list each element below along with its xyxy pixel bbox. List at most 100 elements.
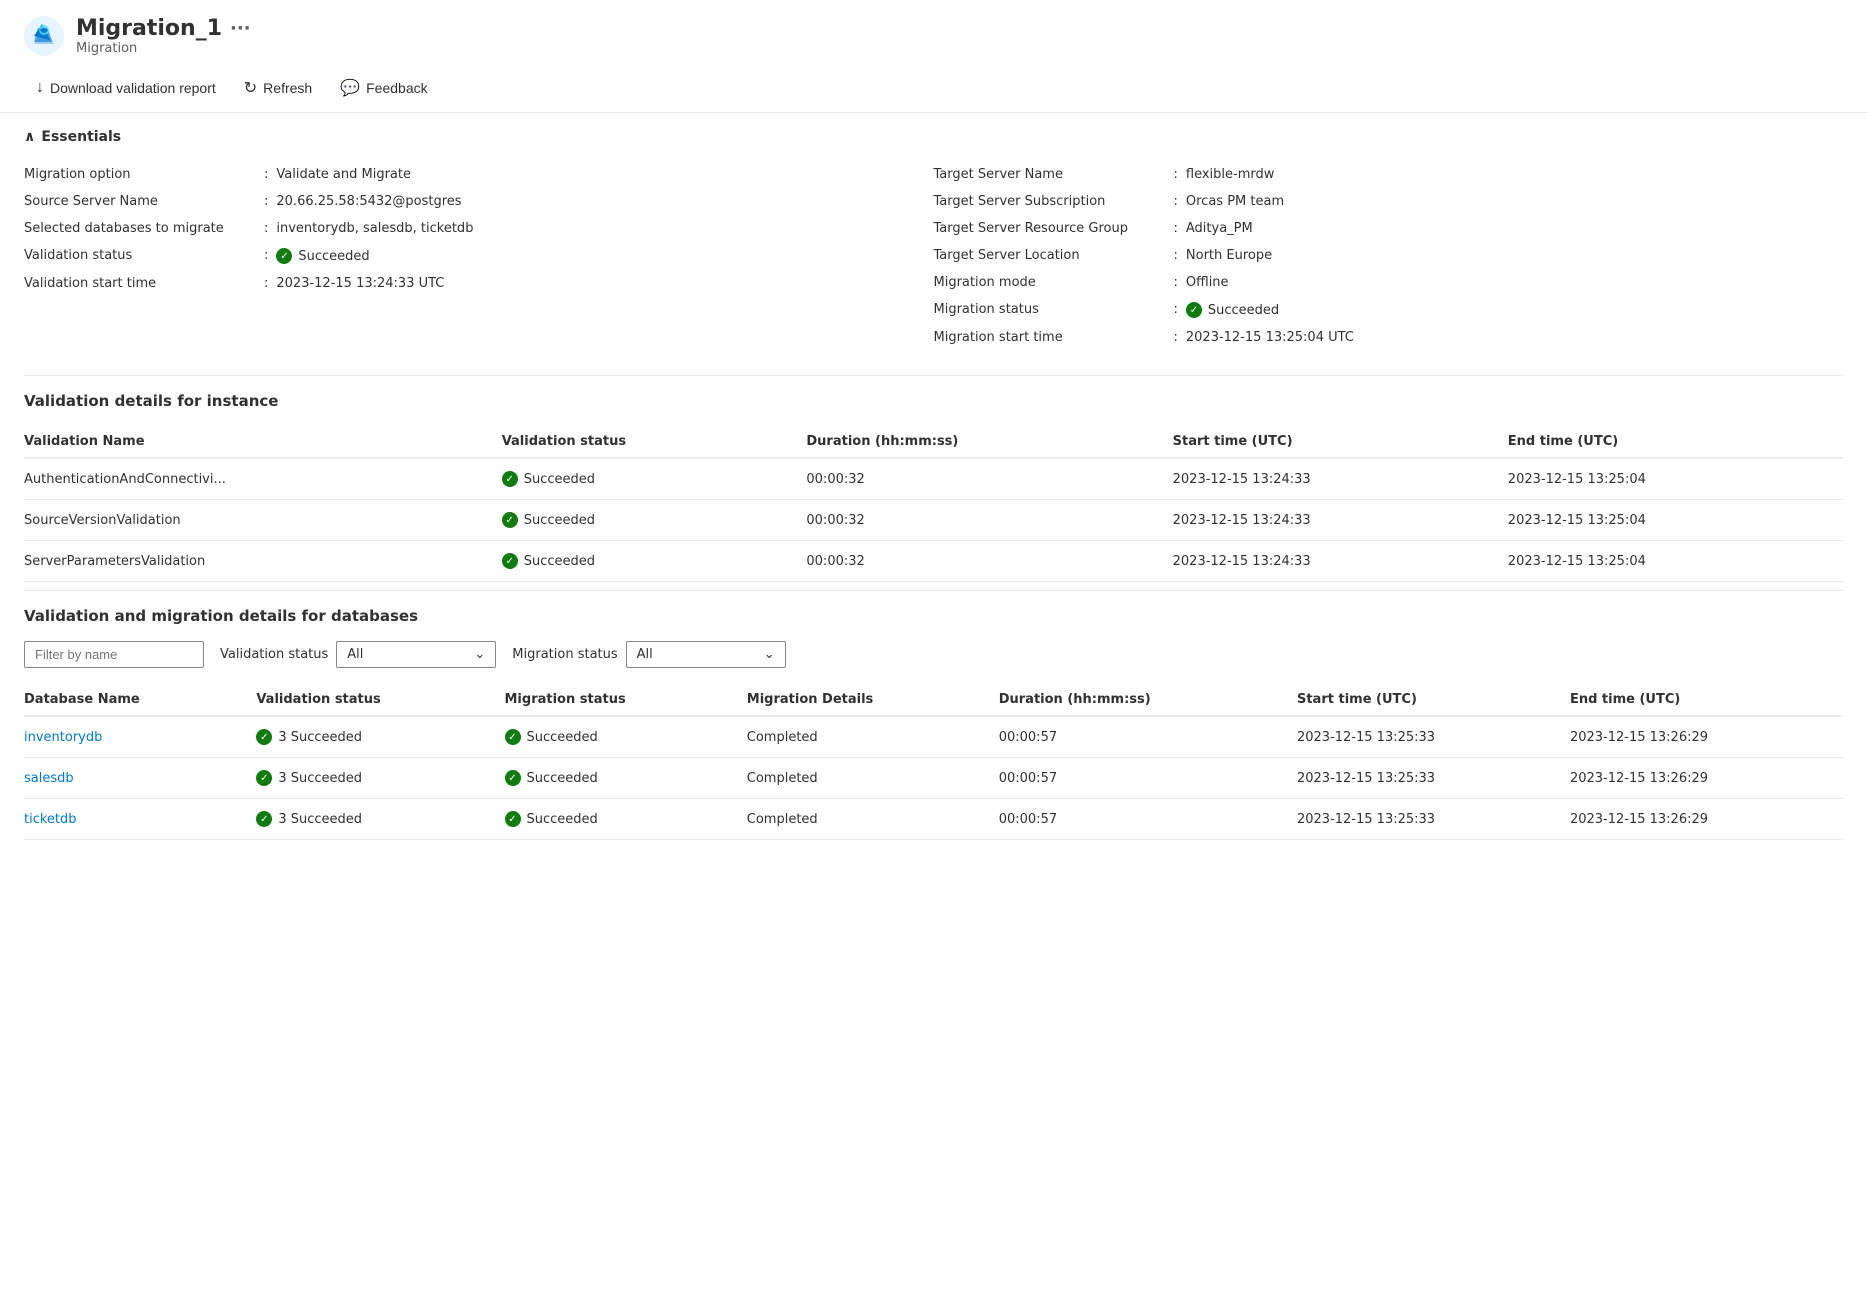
success-icon: ✓ xyxy=(502,471,518,487)
essentials-label-4: Validation start time xyxy=(24,276,264,291)
vi-row-end-1: 2023-12-15 13:25:04 xyxy=(1508,500,1843,541)
main-content: ∧ Essentials Migration option :Validate … xyxy=(0,113,1867,856)
vi-row-end-2: 2023-12-15 13:25:04 xyxy=(1508,541,1843,582)
download-icon: ↓ xyxy=(36,79,44,97)
chevron-up-icon: ∧ xyxy=(24,129,35,145)
db-link-1[interactable]: salesdb xyxy=(24,771,74,786)
db-row-migration-status-2: ✓Succeeded xyxy=(505,799,747,840)
vi-row-status-1: ✓Succeeded xyxy=(502,500,807,541)
essentials-section-header: ∧ Essentials xyxy=(24,129,1843,145)
validation-instance-tbody: AuthenticationAndConnectivi... ✓Succeede… xyxy=(24,458,1843,582)
db-link-2[interactable]: ticketdb xyxy=(24,812,77,827)
more-options-icon[interactable]: ··· xyxy=(230,18,251,39)
success-icon: ✓ xyxy=(256,729,272,745)
essentials-left-row-0: Migration option :Validate and Migrate xyxy=(24,161,934,188)
essentials-right-row-2: Target Server Resource Group :Aditya_PM xyxy=(934,215,1844,242)
validation-instance-table: Validation NameValidation statusDuration… xyxy=(24,426,1843,582)
validation-status-dropdown[interactable]: All ⌄ xyxy=(336,641,496,668)
db-col-3: Migration Details xyxy=(747,684,999,716)
essentials-right-label-0: Target Server Name xyxy=(934,167,1174,182)
db-row-end-2: 2023-12-15 13:26:29 xyxy=(1570,799,1843,840)
essentials-right-label-4: Migration mode xyxy=(934,275,1174,290)
validation-instance-header-row: Validation NameValidation statusDuration… xyxy=(24,426,1843,458)
db-row-start-2: 2023-12-15 13:25:33 xyxy=(1297,799,1570,840)
essentials-label-0: Migration option xyxy=(24,167,264,182)
app-icon xyxy=(24,16,64,56)
filter-row: Validation status All ⌄ Migration status… xyxy=(24,641,1843,668)
db-row-start-0: 2023-12-15 13:25:33 xyxy=(1297,716,1570,758)
db-row-duration-0: 00:00:57 xyxy=(999,716,1297,758)
db-col-1: Validation status xyxy=(256,684,504,716)
feedback-icon: 💬 xyxy=(340,78,360,98)
table-row: ticketdb ✓3 Succeeded ✓Succeeded Complet… xyxy=(24,799,1843,840)
databases-tbody: inventorydb ✓3 Succeeded ✓Succeeded Comp… xyxy=(24,716,1843,840)
db-row-name-2[interactable]: ticketdb xyxy=(24,799,256,840)
vi-col-4: End time (UTC) xyxy=(1508,426,1843,458)
db-col-0: Database Name xyxy=(24,684,256,716)
success-icon: ✓ xyxy=(505,770,521,786)
databases-table: Database NameValidation status Migration … xyxy=(24,684,1843,840)
migration-status-filter-label: Migration status xyxy=(512,647,617,662)
db-col-5: Start time (UTC) xyxy=(1297,684,1570,716)
header-text-group: Migration_1 ··· Migration xyxy=(76,16,251,56)
migration-status-dropdown[interactable]: All ⌄ xyxy=(626,641,786,668)
vi-row-duration-0: 00:00:32 xyxy=(806,458,1172,500)
db-col-6: End time (UTC) xyxy=(1570,684,1843,716)
essentials-right-row-1: Target Server Subscription :Orcas PM tea… xyxy=(934,188,1844,215)
db-link-0[interactable]: inventorydb xyxy=(24,730,102,745)
essentials-right-row-5: Migration status :✓Succeeded xyxy=(934,296,1844,324)
databases-thead: Database NameValidation status Migration … xyxy=(24,684,1843,716)
refresh-icon: ↻ xyxy=(244,78,257,98)
essentials-right-label-5: Migration status xyxy=(934,302,1174,317)
table-row: AuthenticationAndConnectivi... ✓Succeede… xyxy=(24,458,1843,500)
section-divider-1 xyxy=(24,375,1843,376)
vi-row-start-0: 2023-12-15 13:24:33 xyxy=(1173,458,1508,500)
vi-row-status-0: ✓Succeeded xyxy=(502,458,807,500)
db-row-validation-2: ✓3 Succeeded xyxy=(256,799,504,840)
databases-header-row: Database NameValidation status Migration … xyxy=(24,684,1843,716)
db-row-name-0[interactable]: inventorydb xyxy=(24,716,256,758)
vi-row-status-2: ✓Succeeded xyxy=(502,541,807,582)
download-report-button[interactable]: ↓ Download validation report xyxy=(24,73,228,103)
essentials-left-row-3: Validation status :✓Succeeded xyxy=(24,242,934,270)
validation-databases-title: Validation and migration details for dat… xyxy=(24,607,1843,625)
validation-status-filter-label: Validation status xyxy=(220,647,328,662)
db-row-name-1[interactable]: salesdb xyxy=(24,758,256,799)
essentials-left-row-4: Validation start time :2023-12-15 13:24:… xyxy=(24,270,934,297)
essentials-right-row-4: Migration mode :Offline xyxy=(934,269,1844,296)
essentials-grid: Migration option :Validate and Migrate S… xyxy=(24,161,1843,351)
db-row-migration-details-0: Completed xyxy=(747,716,999,758)
success-icon: ✓ xyxy=(276,248,292,264)
success-icon: ✓ xyxy=(502,553,518,569)
vi-row-name-0: AuthenticationAndConnectivi... xyxy=(24,458,502,500)
chevron-down-icon: ⌄ xyxy=(474,647,485,662)
db-row-validation-1: ✓3 Succeeded xyxy=(256,758,504,799)
vi-row-start-2: 2023-12-15 13:24:33 xyxy=(1173,541,1508,582)
toolbar: ↓ Download validation report ↻ Refresh 💬… xyxy=(0,64,1867,113)
db-row-start-1: 2023-12-15 13:25:33 xyxy=(1297,758,1570,799)
table-row: SourceVersionValidation ✓Succeeded 00:00… xyxy=(24,500,1843,541)
success-icon: ✓ xyxy=(505,729,521,745)
db-row-end-0: 2023-12-15 13:26:29 xyxy=(1570,716,1843,758)
essentials-left: Migration option :Validate and Migrate S… xyxy=(24,161,934,351)
success-icon: ✓ xyxy=(502,512,518,528)
essentials-left-row-1: Source Server Name :20.66.25.58:5432@pos… xyxy=(24,188,934,215)
essentials-right-label-6: Migration start time xyxy=(934,330,1174,345)
vi-row-duration-1: 00:00:32 xyxy=(806,500,1172,541)
refresh-button[interactable]: ↻ Refresh xyxy=(232,72,324,104)
vi-col-2: Duration (hh:mm:ss) xyxy=(806,426,1172,458)
essentials-label-1: Source Server Name xyxy=(24,194,264,209)
feedback-button[interactable]: 💬 Feedback xyxy=(328,72,439,104)
vi-col-1: Validation status xyxy=(502,426,807,458)
migration-status-filter-group: Migration status All ⌄ xyxy=(512,641,785,668)
table-row: inventorydb ✓3 Succeeded ✓Succeeded Comp… xyxy=(24,716,1843,758)
essentials-right-label-1: Target Server Subscription xyxy=(934,194,1174,209)
section-divider-2 xyxy=(24,590,1843,591)
filter-by-name-input[interactable] xyxy=(24,641,204,668)
validation-instance-title: Validation details for instance xyxy=(24,392,1843,410)
db-row-end-1: 2023-12-15 13:26:29 xyxy=(1570,758,1843,799)
vi-row-end-0: 2023-12-15 13:25:04 xyxy=(1508,458,1843,500)
db-row-migration-details-2: Completed xyxy=(747,799,999,840)
vi-row-name-1: SourceVersionValidation xyxy=(24,500,502,541)
table-row: salesdb ✓3 Succeeded ✓Succeeded Complete… xyxy=(24,758,1843,799)
